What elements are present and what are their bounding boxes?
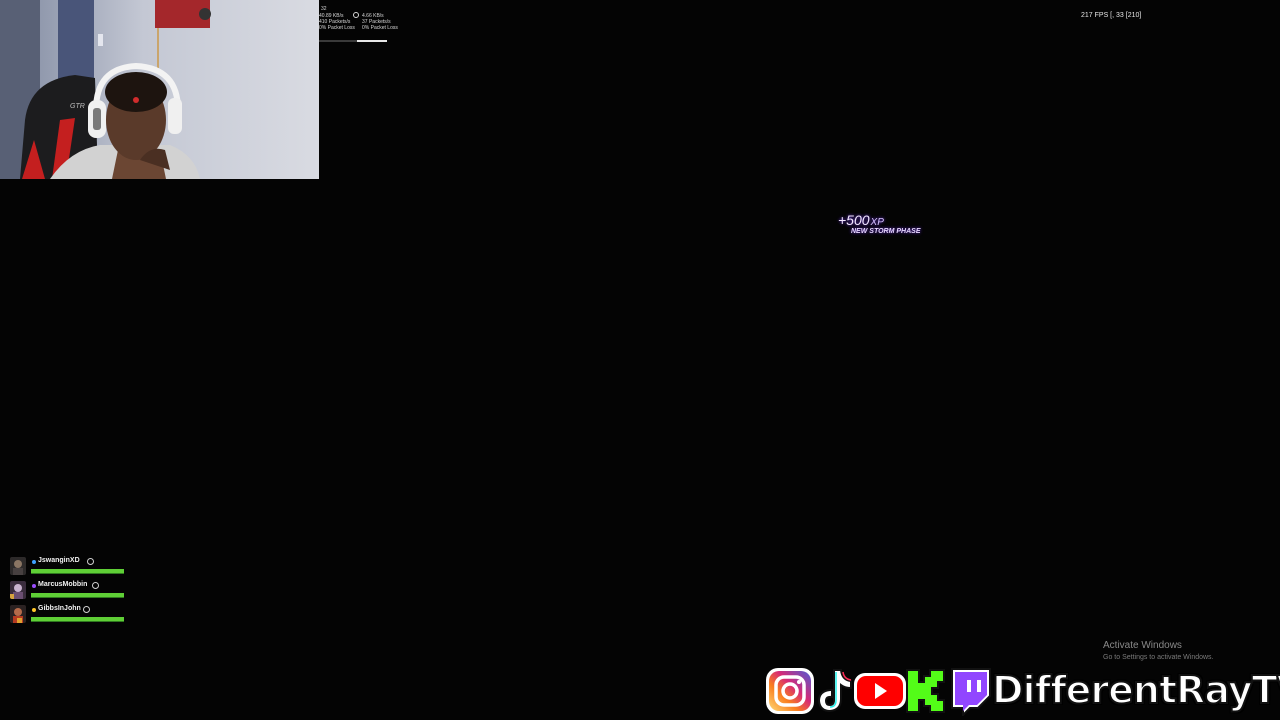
platform-dot-icon <box>32 608 36 612</box>
squad-list: JswanginXD MarcusMobbin GibbsInJohn <box>8 555 138 630</box>
platform-icon <box>87 558 94 565</box>
platform-icon <box>83 606 90 613</box>
watermark-title: Activate Windows <box>1103 640 1182 651</box>
xp-amount-row: +500XP <box>838 212 884 228</box>
avatar-image <box>10 581 26 599</box>
squad-member: JswanginXD <box>8 555 138 577</box>
member-name: JswanginXD <box>38 557 80 564</box>
avatar-image <box>10 557 26 575</box>
squad-member: GibbsInJohn <box>8 603 138 625</box>
upload-stats: 40.89 KB/s 410 Packets/s 0% Packet Loss <box>319 13 355 31</box>
health-bar-edge <box>31 621 124 622</box>
avatar <box>10 557 26 575</box>
webcam-overlay: GTR <box>0 0 319 179</box>
health-bar-edge <box>31 573 124 574</box>
upload-loss: 0% Packet Loss <box>319 25 355 31</box>
instagram-icon <box>766 668 814 714</box>
kick-icon <box>906 669 945 713</box>
social-banner: DifferentRayTV <box>762 660 1280 720</box>
channel-handle: DifferentRayTV <box>991 667 1280 713</box>
svg-text:GTR: GTR <box>70 103 85 110</box>
ping-value: 32 <box>321 6 327 12</box>
tiktok-icon <box>817 669 852 713</box>
network-stats-overlay: 32 40.89 KB/s 410 Packets/s 0% Packet Lo… <box>319 6 399 44</box>
xp-unit: XP <box>870 217 884 228</box>
xp-popup: +500XP NEW STORM PHASE <box>838 212 948 242</box>
xp-reason: NEW STORM PHASE <box>851 228 921 235</box>
platform-icon <box>92 582 99 589</box>
webcam-image: GTR <box>0 0 319 179</box>
avatar <box>10 581 26 599</box>
squad-member: MarcusMobbin <box>8 579 138 601</box>
twitch-icon <box>951 668 991 716</box>
net-graph-track <box>319 40 357 42</box>
platform-dot-icon <box>32 584 36 588</box>
member-name: GibbsInJohn <box>38 605 81 612</box>
avatar <box>10 605 26 623</box>
net-graph-bar <box>357 40 387 42</box>
platform-dot-icon <box>32 560 36 564</box>
globe-icon <box>353 12 359 18</box>
download-loss: 0% Packet Loss <box>362 25 398 31</box>
health-bar-edge <box>31 597 124 598</box>
member-name: MarcusMobbin <box>38 581 88 588</box>
fps-counter: 217 FPS [, 33 [210] <box>1081 12 1142 19</box>
xp-amount: +500 <box>838 212 870 228</box>
avatar-image <box>10 605 26 623</box>
youtube-icon <box>854 673 906 709</box>
game-stream-frame: GTR 32 40.89 KB/s 410 Packets/s 0% Packe… <box>0 0 1280 720</box>
